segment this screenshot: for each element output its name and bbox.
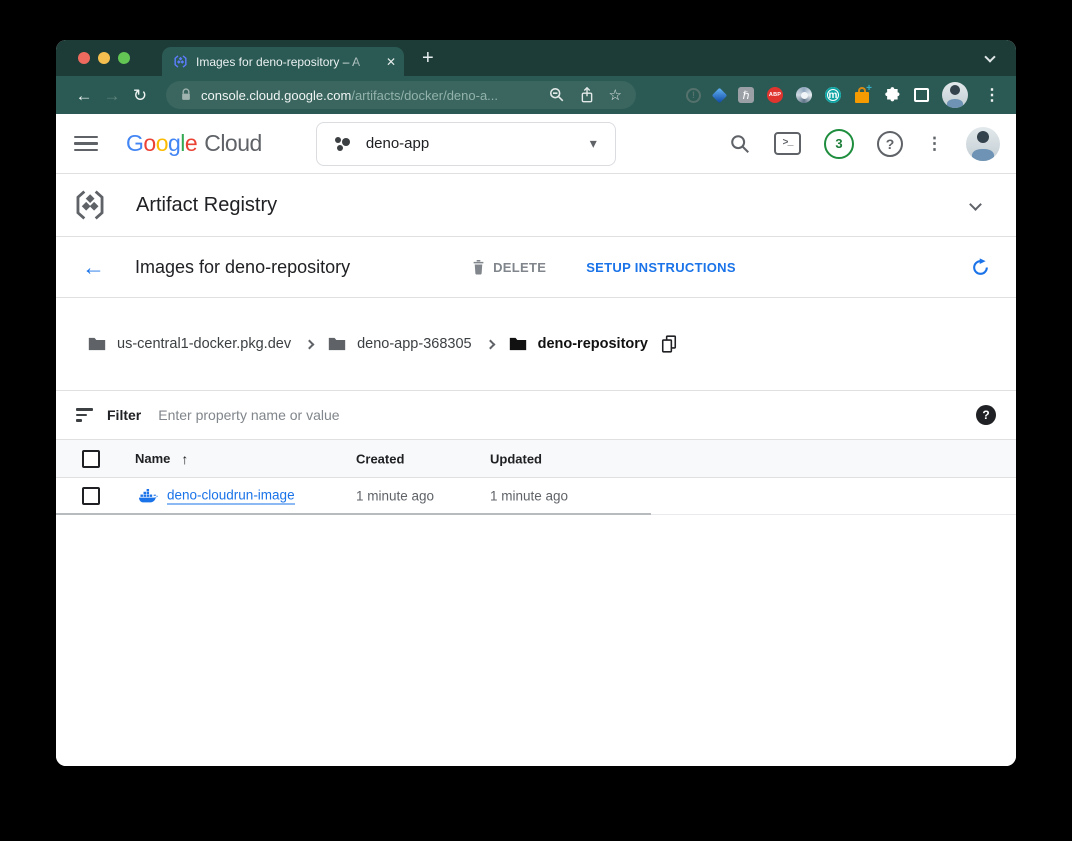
service-bar: Artifact Registry	[56, 174, 1016, 237]
info-extension-icon[interactable]: !	[686, 88, 701, 103]
folder-icon	[509, 337, 527, 351]
hbar-extension-icon[interactable]: ℏ	[738, 87, 754, 103]
artifact-registry-favicon	[173, 54, 188, 69]
created-cell: 1 minute ago	[356, 489, 434, 504]
breadcrumb: us-central1-docker.pkg.dev deno-app-3683…	[56, 298, 1016, 391]
empty-content-area	[56, 515, 1016, 766]
forward-button[interactable]: →	[98, 87, 126, 104]
cloud-shell-icon[interactable]: >_	[774, 132, 801, 155]
close-window-button[interactable]	[78, 52, 90, 64]
back-button[interactable]: ←	[70, 87, 98, 104]
setup-instructions-button[interactable]: SETUP INSTRUCTIONS	[586, 260, 736, 275]
docker-icon	[139, 489, 158, 504]
tab-strip: Images for deno-repository – A ✕ +	[56, 40, 1016, 76]
project-name: deno-app	[366, 135, 429, 152]
zoom-out-icon[interactable]	[549, 87, 565, 103]
navigation-menu-icon[interactable]	[74, 132, 98, 156]
chevron-right-icon	[305, 339, 315, 349]
traffic-lights	[78, 52, 130, 64]
ring-extension-icon[interactable]	[796, 87, 812, 103]
lock-icon	[180, 88, 192, 102]
row-checkbox[interactable]	[82, 487, 100, 505]
copy-icon[interactable]	[661, 335, 677, 353]
tab-search-chevron-icon[interactable]	[986, 48, 994, 66]
column-header-updated[interactable]: Updated	[490, 451, 542, 466]
page-action-bar: ← Images for deno-repository DELETE SETU…	[56, 237, 1016, 298]
side-panel-icon[interactable]	[914, 88, 929, 102]
filter-label: Filter	[107, 407, 141, 423]
tab-title: Images for deno-repository – A	[196, 55, 382, 69]
filter-input[interactable]	[158, 407, 976, 423]
browser-tab[interactable]: Images for deno-repository – A ✕	[162, 47, 404, 76]
project-icon	[335, 136, 351, 152]
refresh-button[interactable]	[971, 258, 990, 277]
browser-window: Images for deno-repository – A ✕ + ← → ↻…	[56, 40, 1016, 766]
column-header-name[interactable]: Name ↑	[135, 451, 188, 467]
breadcrumb-item-registry-host[interactable]: us-central1-docker.pkg.dev	[88, 336, 291, 352]
trash-icon	[472, 260, 485, 275]
sort-ascending-icon[interactable]: ↑	[181, 451, 188, 467]
artifact-registry-icon	[73, 188, 107, 222]
folder-icon	[88, 337, 106, 351]
project-selector[interactable]: deno-app ▾	[316, 122, 616, 166]
folder-icon	[328, 337, 346, 351]
filter-bar: Filter ?	[56, 391, 1016, 440]
gem-extension-icon[interactable]	[712, 87, 728, 103]
adblock-plus-icon[interactable]: ABP	[767, 87, 783, 103]
url-path: /artifacts/docker/deno-a...	[351, 88, 498, 103]
table-row: deno-cloudrun-image 1 minute ago 1 minut…	[56, 478, 1016, 515]
url-domain: console.cloud.google.com	[201, 88, 351, 103]
m-extension-icon[interactable]: m	[825, 87, 841, 103]
gcp-header: GoogleCloud deno-app ▾ >_ 3 ? ⋮	[56, 114, 1016, 174]
service-title: Artifact Registry	[136, 194, 277, 217]
shopping-extension-icon[interactable]: +	[854, 87, 870, 103]
fullscreen-window-button[interactable]	[118, 52, 130, 64]
google-cloud-logo[interactable]: GoogleCloud	[126, 130, 262, 157]
share-icon[interactable]	[580, 87, 594, 104]
reload-button[interactable]: ↻	[126, 87, 154, 104]
browser-profile-avatar[interactable]	[942, 82, 968, 108]
search-icon[interactable]	[729, 133, 751, 155]
extensions-area: ! ℏ ABP m + ⋮	[686, 82, 1002, 108]
extensions-puzzle-icon[interactable]	[883, 86, 901, 104]
updated-cell: 1 minute ago	[490, 489, 568, 504]
page-title: Images for deno-repository	[135, 257, 350, 278]
delete-label: DELETE	[493, 260, 546, 275]
browser-menu-icon[interactable]: ⋮	[984, 85, 1000, 105]
filter-help-icon[interactable]: ?	[976, 405, 996, 425]
image-name-cell: deno-cloudrun-image	[139, 488, 295, 505]
service-collapse-chevron-icon[interactable]	[971, 196, 980, 214]
help-icon[interactable]: ?	[877, 131, 903, 157]
breadcrumb-item-repository[interactable]: deno-repository	[509, 336, 648, 352]
refresh-icon	[971, 258, 990, 277]
select-all-checkbox[interactable]	[82, 450, 100, 468]
table-header: Name ↑ Created Updated	[56, 440, 1016, 478]
delete-button[interactable]: DELETE	[472, 260, 546, 275]
minimize-window-button[interactable]	[98, 52, 110, 64]
address-bar[interactable]: console.cloud.google.com/artifacts/docke…	[166, 81, 636, 109]
gcp-overflow-menu-icon[interactable]: ⋮	[926, 134, 943, 154]
filter-icon	[76, 405, 93, 425]
tab-close-icon[interactable]: ✕	[386, 55, 396, 69]
column-header-created[interactable]: Created	[356, 451, 404, 466]
chevron-right-icon	[485, 339, 495, 349]
new-tab-button[interactable]: +	[422, 47, 434, 70]
project-dropdown-icon: ▾	[590, 135, 597, 152]
notifications-badge[interactable]: 3	[824, 129, 854, 159]
account-avatar[interactable]	[966, 127, 1000, 161]
image-link[interactable]: deno-cloudrun-image	[167, 488, 295, 505]
breadcrumb-item-project[interactable]: deno-app-368305	[328, 336, 472, 352]
browser-toolbar: ← → ↻ console.cloud.google.com/artifacts…	[56, 76, 1016, 114]
page-back-button[interactable]: ←	[82, 256, 105, 279]
bookmark-star-icon[interactable]: ☆	[609, 88, 622, 103]
